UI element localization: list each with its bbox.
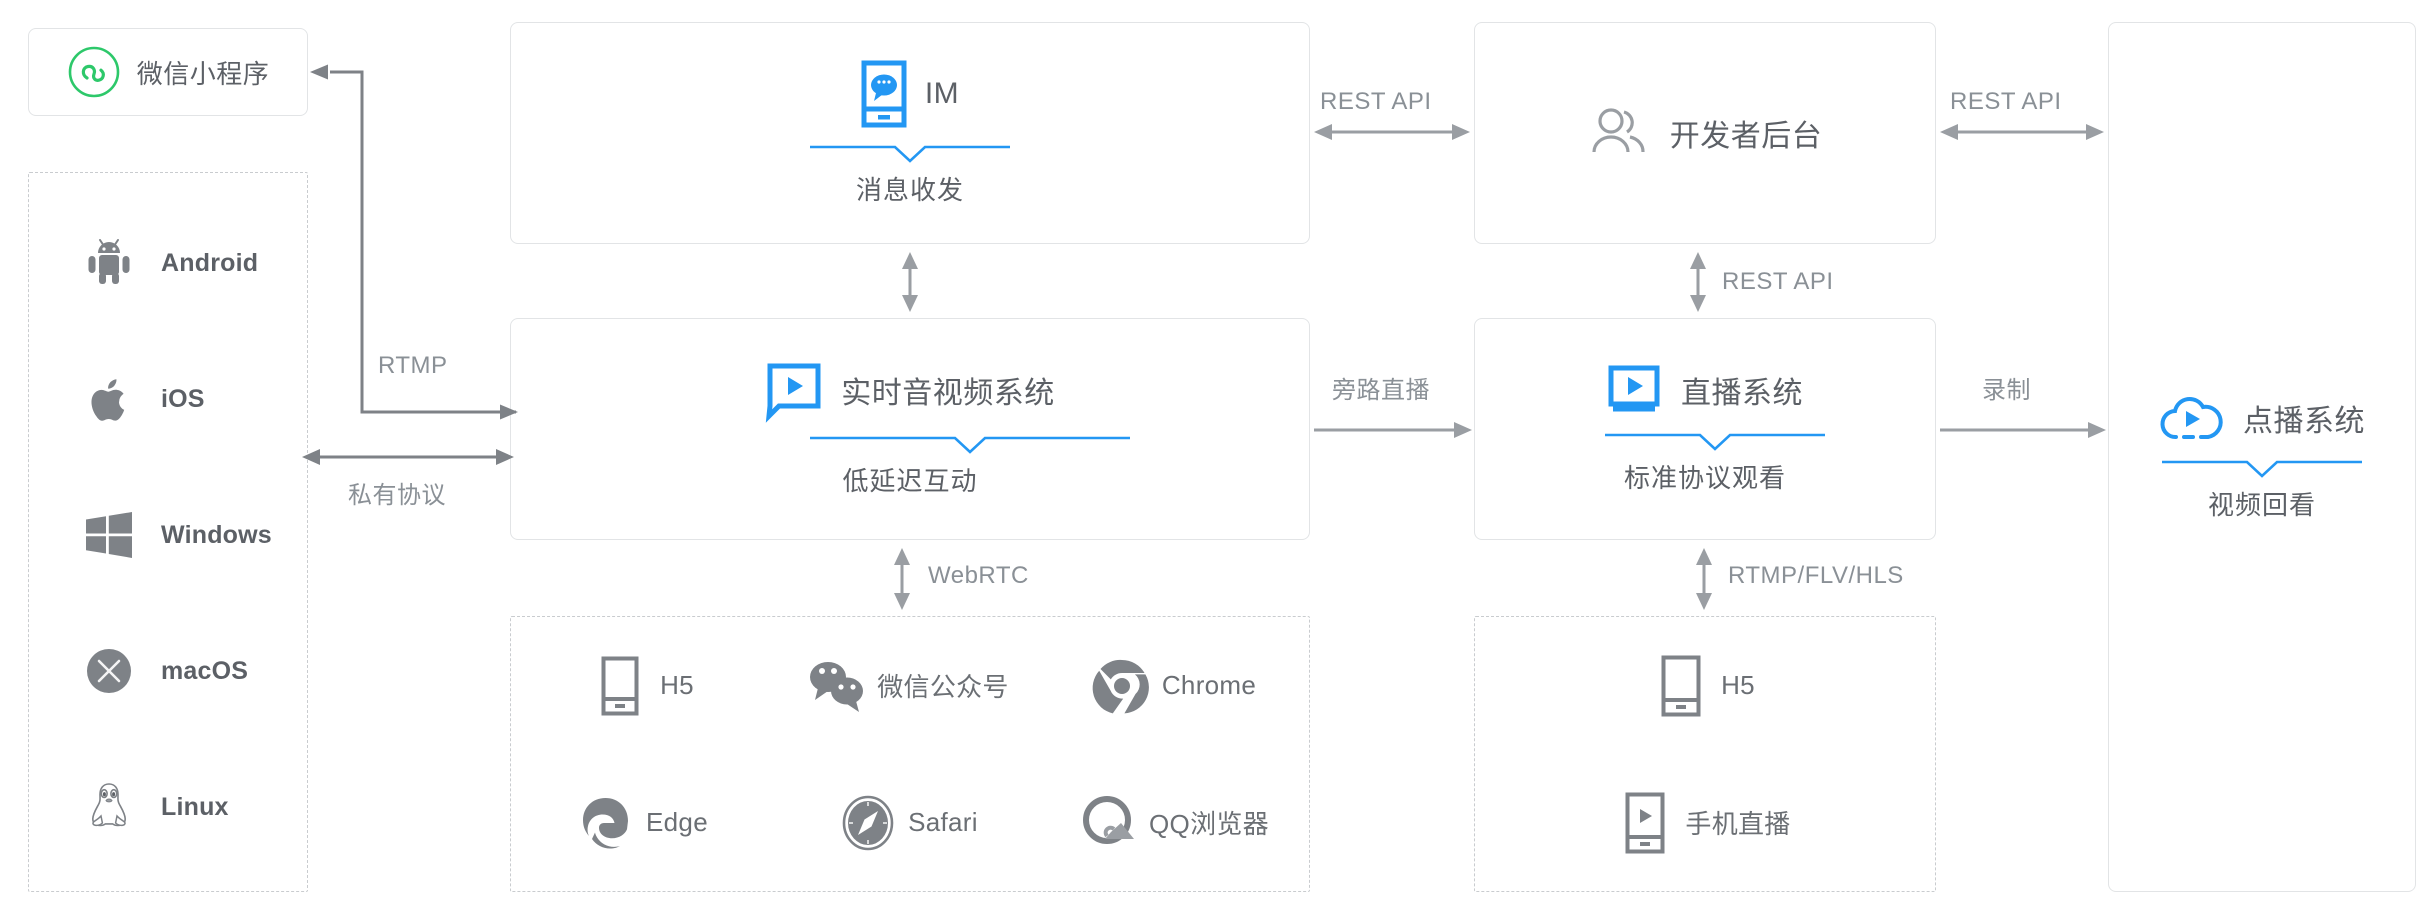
linux-icon bbox=[81, 779, 137, 835]
vod-title: 点播系统 bbox=[2243, 404, 2365, 438]
client-item-h5[interactable]: H5 bbox=[511, 656, 777, 715]
client-item-safari[interactable]: Safari bbox=[777, 795, 1043, 851]
client-item-edge[interactable]: Edge bbox=[511, 795, 777, 851]
platform-label: iOS bbox=[161, 384, 205, 413]
qq-browser-icon bbox=[1083, 795, 1135, 851]
platform-item-ios[interactable]: iOS bbox=[29, 331, 307, 467]
macos-icon bbox=[81, 643, 137, 699]
connector-label-webrtc: WebRTC bbox=[928, 562, 1029, 589]
connector-private-protocol bbox=[302, 445, 514, 469]
phone-icon bbox=[1655, 655, 1707, 716]
browser-clients-panel: H5 微信公众号 Chrome Edge Safari QQ浏览器 bbox=[510, 616, 1310, 892]
client-label: 微信公众号 bbox=[877, 672, 1009, 702]
live-title: 直播系统 bbox=[1681, 376, 1803, 410]
platform-item-linux[interactable]: Linux bbox=[29, 739, 307, 875]
connector-label-dev-vod-rest: REST API bbox=[1950, 88, 2062, 115]
client-label: 手机直播 bbox=[1685, 809, 1791, 839]
client-label: H5 bbox=[660, 670, 694, 700]
im-title: IM bbox=[924, 76, 960, 110]
client-item-h5-mobile[interactable]: H5 bbox=[1475, 655, 1935, 716]
rtc-title: 实时音视频系统 bbox=[841, 376, 1055, 410]
connector-label-rtmp-flv-hls: RTMP/FLV/HLS bbox=[1728, 562, 1904, 589]
mobile-clients-panel: H5 手机直播 bbox=[1474, 616, 1936, 892]
android-icon bbox=[81, 235, 137, 291]
cloud-play-icon bbox=[2159, 393, 2225, 443]
vod-subtitle: 视频回看 bbox=[2207, 489, 2316, 520]
connector-label-bypass-live: 旁路直播 bbox=[1332, 377, 1430, 404]
live-module-card[interactable]: 直播系统 标准协议观看 bbox=[1474, 318, 1936, 540]
live-subtitle: 标准协议观看 bbox=[1623, 462, 1786, 493]
client-label: Chrome bbox=[1161, 670, 1257, 700]
architecture-diagram: 微信小程序 Android iOS Windows macOS Linux IM… bbox=[0, 0, 2416, 920]
client-item-mobile-live[interactable]: 手机直播 bbox=[1475, 792, 1935, 853]
client-label: QQ浏览器 bbox=[1149, 809, 1269, 839]
phone-live-icon bbox=[1619, 792, 1671, 853]
rtc-module-card[interactable]: 实时音视频系统 低延迟互动 bbox=[510, 318, 1310, 540]
platform-label: Windows bbox=[161, 520, 272, 549]
connector-webrtc bbox=[890, 548, 914, 610]
platform-label: Android bbox=[161, 248, 259, 277]
client-label: Edge bbox=[646, 807, 708, 837]
client-label: Safari bbox=[908, 807, 978, 837]
live-play-icon bbox=[1607, 364, 1663, 416]
connector-rtmp-flv-hls bbox=[1692, 548, 1716, 610]
edge-icon bbox=[580, 795, 632, 851]
safari-icon bbox=[842, 795, 894, 851]
connector-dev-vod-rest bbox=[1940, 120, 2104, 144]
platform-label: macOS bbox=[161, 656, 249, 685]
phone-icon bbox=[594, 656, 646, 715]
connector-record bbox=[1940, 418, 2106, 442]
wechat-miniprogram-label: 微信小程序 bbox=[136, 58, 270, 89]
connector-im-rtc bbox=[898, 252, 922, 312]
chrome-icon bbox=[1092, 658, 1149, 714]
client-item-qq-browser[interactable]: QQ浏览器 bbox=[1043, 795, 1309, 851]
rtc-subtitle: 低延迟互动 bbox=[842, 465, 978, 496]
im-subtitle: 消息收发 bbox=[855, 174, 964, 205]
developer-backend-card[interactable]: 开发者后台 bbox=[1474, 22, 1936, 244]
connector-label-dev-live-rest: REST API bbox=[1722, 268, 1834, 295]
wechat-miniprogram-icon bbox=[67, 45, 121, 99]
apple-icon bbox=[81, 371, 137, 427]
vod-module-card[interactable]: 点播系统 视频回看 bbox=[2108, 22, 2416, 892]
connector-bypass-live bbox=[1314, 418, 1472, 442]
client-item-chrome[interactable]: Chrome bbox=[1043, 658, 1309, 714]
module-divider bbox=[810, 433, 1130, 455]
platform-item-windows[interactable]: Windows bbox=[29, 467, 307, 603]
module-divider bbox=[1605, 430, 1825, 452]
wechat-official-icon bbox=[810, 658, 864, 714]
users-icon bbox=[1588, 104, 1650, 162]
client-label: H5 bbox=[1721, 670, 1755, 700]
platform-item-macos[interactable]: macOS bbox=[29, 603, 307, 739]
module-divider bbox=[2162, 457, 2362, 479]
module-divider bbox=[810, 142, 1010, 164]
connector-label-rtmp: RTMP bbox=[378, 352, 448, 379]
windows-icon bbox=[81, 507, 137, 563]
connector-label-record: 录制 bbox=[1982, 377, 2031, 404]
client-item-wechat-official[interactable]: 微信公众号 bbox=[777, 658, 1043, 714]
connector-label-private-protocol: 私有协议 bbox=[348, 482, 446, 509]
platform-item-android[interactable]: Android bbox=[29, 195, 307, 331]
developer-backend-title: 开发者后台 bbox=[1669, 120, 1823, 153]
connector-im-dev-rest bbox=[1314, 120, 1470, 144]
connector-label-im-dev-rest: REST API bbox=[1320, 88, 1432, 115]
connector-dev-live-rest bbox=[1686, 252, 1710, 312]
im-phone-chat-icon bbox=[861, 60, 907, 128]
platform-sdk-panel: Android iOS Windows macOS Linux bbox=[28, 172, 308, 892]
rtc-play-bubble-icon bbox=[765, 361, 823, 423]
platform-label: Linux bbox=[161, 792, 229, 821]
wechat-miniprogram-box[interactable]: 微信小程序 bbox=[28, 28, 308, 116]
im-module-card[interactable]: IM 消息收发 bbox=[510, 22, 1310, 244]
